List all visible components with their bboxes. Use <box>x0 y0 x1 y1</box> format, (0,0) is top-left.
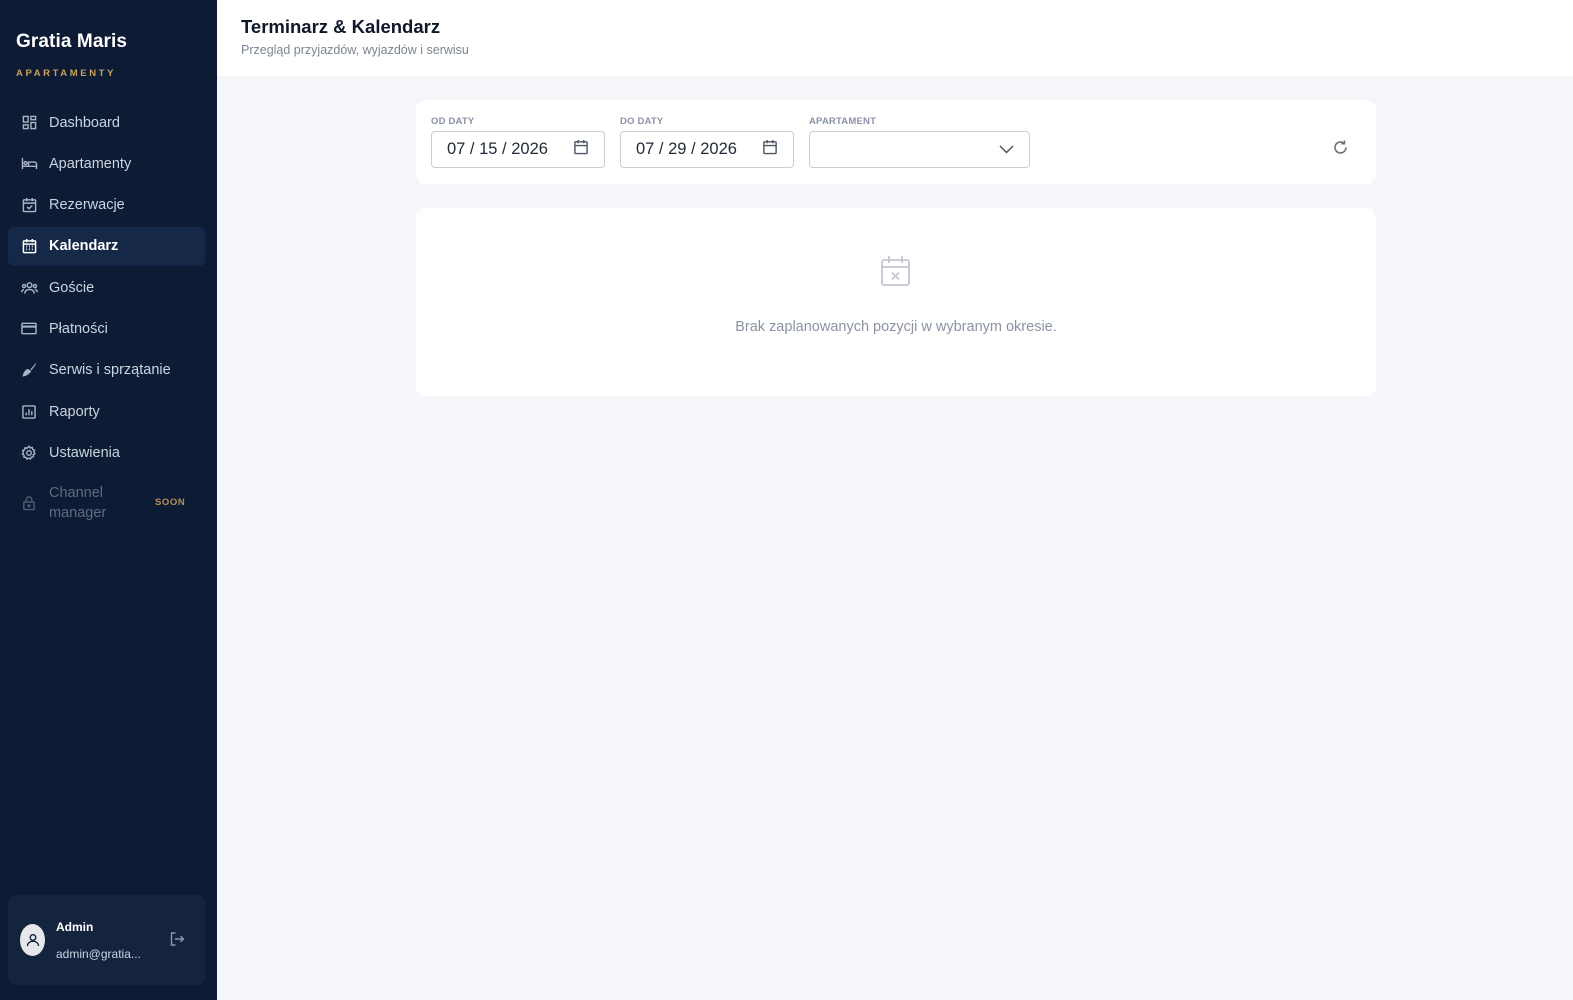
sidebar-item-label: Raporty <box>49 403 100 420</box>
lock-icon <box>20 494 38 512</box>
chevron-down-icon <box>999 140 1014 159</box>
dashboard-icon <box>20 114 38 132</box>
bed-icon <box>20 155 38 173</box>
page-header: Terminarz & Kalendarz Przegląd przyjazdó… <box>217 0 1573 76</box>
logout-icon <box>170 932 185 946</box>
user-email: admin@gratia... <box>56 947 141 961</box>
page-subtitle: Przegląd przyjazdów, wyjazdów i serwisu <box>241 43 469 57</box>
sidebar-nav: Dashboard Apartamenty Rezerwacje Kalenda… <box>8 103 205 533</box>
filter-card: OD DATY 07 / 15 / 2026 DO DATY 07 / 29 /… <box>416 100 1376 184</box>
user-icon <box>26 934 39 947</box>
calendar-icon[interactable] <box>573 139 589 160</box>
calendar-icon[interactable] <box>762 139 778 160</box>
empty-state: Brak zaplanowanych pozycji w wybranym ok… <box>416 208 1376 396</box>
user-name: Admin <box>56 920 94 934</box>
soon-badge: SOON <box>155 497 186 509</box>
brand-subtitle: APARTAMENTY <box>16 68 117 79</box>
sidebar-item-label: Channel manager <box>49 484 107 521</box>
sidebar-item-serwis[interactable]: Serwis i sprzątanie <box>8 351 205 390</box>
apartment-select[interactable] <box>809 131 1030 168</box>
from-date-input[interactable]: 07 / 15 / 2026 <box>431 131 605 168</box>
sidebar-item-ustawienia[interactable]: Ustawienia <box>8 433 205 472</box>
credit-card-icon <box>20 320 38 338</box>
apartment-label: APARTAMENT <box>809 116 877 127</box>
sidebar-item-label: Płatności <box>49 320 108 337</box>
sidebar-item-apartamenty[interactable]: Apartamenty <box>8 144 205 183</box>
sidebar-item-label: Goście <box>49 279 95 296</box>
users-icon <box>20 279 38 297</box>
brand: Gratia Maris APARTAMENTY <box>16 31 127 79</box>
avatar <box>20 924 45 956</box>
from-date-label: OD DATY <box>431 116 475 127</box>
calendar-check-icon <box>20 196 38 214</box>
refresh-button[interactable] <box>1332 139 1349 161</box>
sidebar-item-goscie[interactable]: Goście <box>8 268 205 307</box>
brand-name: Gratia Maris <box>16 31 128 52</box>
sidebar-item-kalendarz[interactable]: Kalendarz <box>8 226 205 266</box>
sidebar-item-label: Apartamenty <box>49 155 132 172</box>
sidebar-item-raporty[interactable]: Raporty <box>8 392 205 431</box>
to-date-field: DO DATY 07 / 29 / 2026 <box>620 116 794 168</box>
sidebar-item-label: Kalendarz <box>49 238 119 255</box>
to-date-label: DO DATY <box>620 116 664 127</box>
calendar-x-icon <box>880 255 911 292</box>
broom-icon <box>20 361 38 379</box>
sidebar-item-label: Rezerwacje <box>49 197 125 214</box>
sidebar-item-dashboard[interactable]: Dashboard <box>8 103 205 142</box>
calendar-icon <box>20 237 38 255</box>
sidebar-item-label: Ustawienia <box>49 444 120 461</box>
logout-button[interactable] <box>169 931 185 952</box>
from-date-value: 07 / 15 / 2026 <box>447 140 548 158</box>
refresh-icon <box>1334 140 1347 154</box>
sidebar-item-platnosci[interactable]: Płatności <box>8 309 205 348</box>
sidebar-item-label: Dashboard <box>49 114 120 131</box>
page-title: Terminarz & Kalendarz <box>241 16 441 37</box>
to-date-input[interactable]: 07 / 29 / 2026 <box>620 131 794 168</box>
bar-chart-icon <box>20 403 38 421</box>
gear-icon <box>20 444 38 462</box>
empty-message: Brak zaplanowanych pozycji w wybranym ok… <box>735 319 1057 335</box>
to-date-value: 07 / 29 / 2026 <box>636 140 737 158</box>
sidebar-item-rezerwacje[interactable]: Rezerwacje <box>8 186 205 225</box>
apartment-field: APARTAMENT <box>809 116 1030 168</box>
sidebar: Gratia Maris APARTAMENTY Dashboard Apart… <box>0 0 217 1000</box>
user-card: Admin admin@gratia... <box>8 895 205 985</box>
from-date-field: OD DATY 07 / 15 / 2026 <box>431 116 605 168</box>
sidebar-item-channel-manager: Channel manager SOON <box>8 475 205 531</box>
sidebar-item-label: Serwis i sprzątanie <box>49 362 171 379</box>
